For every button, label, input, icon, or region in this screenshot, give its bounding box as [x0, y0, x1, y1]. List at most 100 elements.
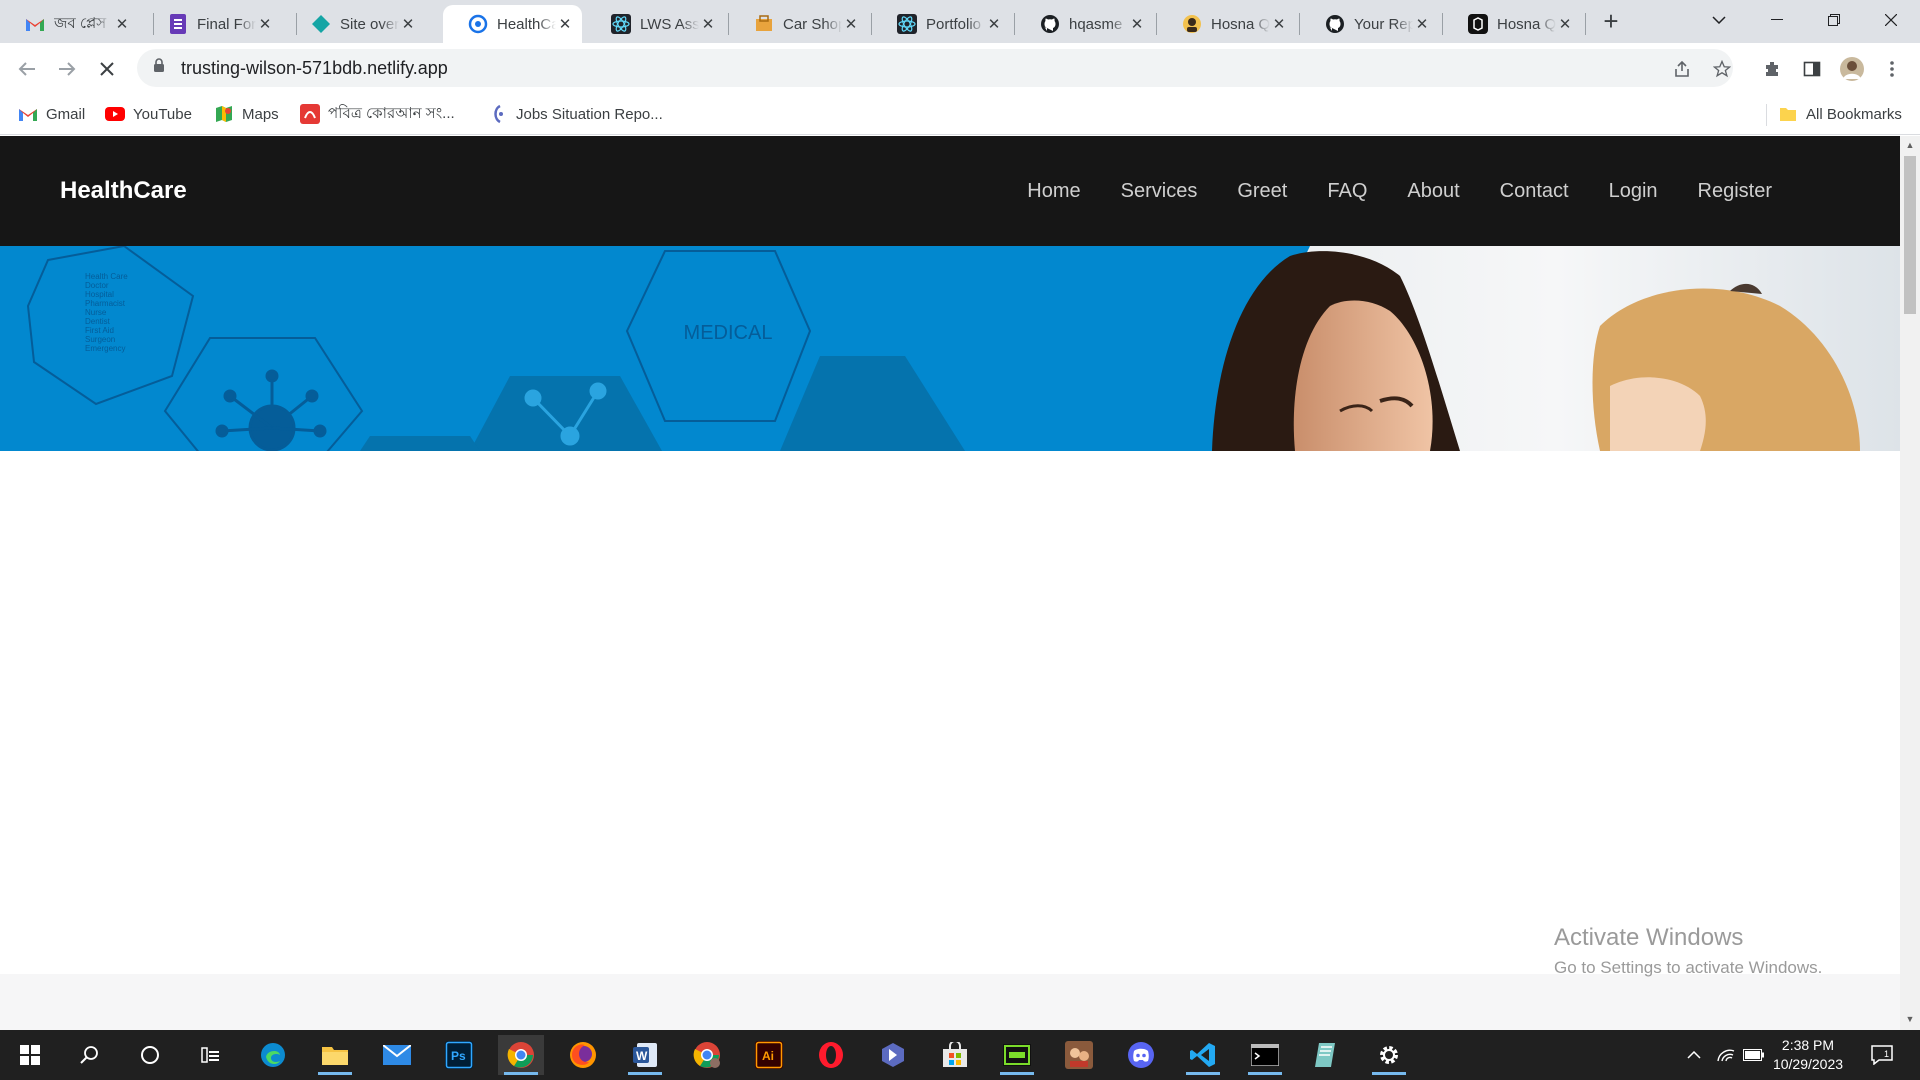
close-icon[interactable]: ✕: [556, 15, 574, 33]
search-icon[interactable]: [66, 1035, 112, 1075]
nav-register[interactable]: Register: [1698, 180, 1772, 203]
notification-icon[interactable]: 1: [1862, 1030, 1902, 1080]
close-icon[interactable]: ✕: [1556, 15, 1574, 33]
address-bar[interactable]: trusting-wilson-571bdb.netlify.app: [137, 49, 1733, 87]
site-brand[interactable]: HealthCare: [60, 177, 187, 205]
tab-search-icon[interactable]: [1690, 0, 1747, 40]
mail-icon[interactable]: [374, 1035, 420, 1075]
lock-icon[interactable]: [153, 58, 165, 78]
svg-text:Hospital: Hospital: [85, 290, 114, 299]
page-scrollbar[interactable]: ▲ ▼: [1900, 136, 1920, 1030]
bookmark-maps[interactable]: Maps: [214, 102, 279, 126]
notes-icon[interactable]: [1304, 1035, 1350, 1075]
taskbar-running-indicator: [1248, 1072, 1282, 1075]
task-view-icon[interactable]: [188, 1035, 234, 1075]
file-explorer-icon[interactable]: [312, 1035, 358, 1075]
hero-medical-text: MEDICAL: [684, 322, 773, 344]
nav-greet[interactable]: Greet: [1237, 180, 1287, 203]
bookmark-youtube[interactable]: YouTube: [105, 102, 192, 126]
forward-button[interactable]: [51, 53, 83, 85]
nav-faq[interactable]: FAQ: [1327, 180, 1367, 203]
discord-icon[interactable]: [1118, 1035, 1164, 1075]
share-icon[interactable]: [1668, 55, 1696, 83]
shop-icon: [754, 14, 774, 34]
taskbar-clock[interactable]: 2:38 PM 10/29/2023: [1768, 1036, 1848, 1074]
word-icon[interactable]: W: [622, 1035, 668, 1075]
vscode-icon[interactable]: [1180, 1035, 1226, 1075]
nav-contact[interactable]: Contact: [1500, 180, 1569, 203]
tab-11[interactable]: Hosna Q ✕: [1443, 5, 1582, 43]
extensions-icon[interactable]: [1758, 55, 1786, 83]
avatar[interactable]: [1838, 55, 1866, 83]
tab-1[interactable]: জব প্লেস ✕: [0, 5, 139, 43]
show-hidden-icons-chevron-icon[interactable]: [1684, 1030, 1704, 1080]
codesandbox-icon: [1468, 14, 1488, 34]
tab-10[interactable]: Your Rep ✕: [1300, 5, 1439, 43]
nav-about[interactable]: About: [1407, 180, 1459, 203]
opera-icon[interactable]: [808, 1035, 854, 1075]
github-icon: [1325, 14, 1345, 34]
side-panel-icon[interactable]: [1798, 55, 1826, 83]
close-icon[interactable]: ✕: [985, 15, 1003, 33]
tab-7[interactable]: Portfolio ✕: [872, 5, 1011, 43]
tab-active[interactable]: HealthCa ✕: [443, 5, 582, 43]
game-icon[interactable]: [1056, 1035, 1102, 1075]
chrome-profile-icon[interactable]: [684, 1035, 730, 1075]
nav-services[interactable]: Services: [1121, 180, 1198, 203]
scroll-down-arrow-icon[interactable]: ▼: [1904, 1014, 1916, 1026]
bookmark-gmail[interactable]: Gmail: [18, 102, 85, 126]
bookmark-quran[interactable]: পবিত্র কোরআন সং...: [300, 102, 455, 126]
close-icon[interactable]: ✕: [842, 15, 860, 33]
scrollbar-thumb[interactable]: [1904, 156, 1916, 314]
illustrator-icon[interactable]: Ai: [746, 1035, 792, 1075]
terminal-icon[interactable]: [1242, 1035, 1288, 1075]
windows-start-icon[interactable]: [7, 1035, 53, 1075]
bookmark-jobs[interactable]: Jobs Situation Repo...: [488, 102, 663, 126]
close-icon[interactable]: ✕: [1270, 15, 1288, 33]
all-bookmarks[interactable]: All Bookmarks: [1778, 102, 1902, 126]
tab-2[interactable]: Final For ✕: [143, 5, 282, 43]
stop-loading-button[interactable]: [91, 53, 123, 85]
tab-6[interactable]: Car Shop ✕: [729, 5, 868, 43]
code-blocks-icon[interactable]: [994, 1035, 1040, 1075]
cortana-icon[interactable]: [127, 1035, 173, 1075]
browser-toolbar: trusting-wilson-571bdb.netlify.app: [0, 43, 1920, 94]
restore-button[interactable]: [1805, 0, 1862, 40]
svg-text:Dentist: Dentist: [85, 317, 111, 326]
close-icon[interactable]: ✕: [256, 15, 274, 33]
close-icon[interactable]: ✕: [1128, 15, 1146, 33]
scroll-up-arrow-icon[interactable]: ▲: [1904, 140, 1916, 152]
browser-tab-strip: জব প্লেস ✕ Final For ✕ Site over ✕ Healt…: [0, 0, 1920, 43]
battery-icon[interactable]: [1742, 1030, 1766, 1080]
tab-9[interactable]: Hosna Q ✕: [1157, 5, 1296, 43]
photoshop-icon[interactable]: Ps: [436, 1035, 482, 1075]
wifi-icon[interactable]: [1714, 1030, 1738, 1080]
nav-home[interactable]: Home: [1027, 180, 1080, 203]
svg-text:Health Care: Health Care: [85, 272, 128, 281]
close-icon[interactable]: ✕: [113, 15, 131, 33]
firefox-icon[interactable]: [560, 1035, 606, 1075]
store-icon[interactable]: [932, 1035, 978, 1075]
bing-copilot-icon[interactable]: [870, 1035, 916, 1075]
chrome-icon[interactable]: [498, 1035, 544, 1075]
svg-text:First Aid: First Aid: [85, 326, 114, 335]
new-tab-button[interactable]: +: [1597, 8, 1625, 36]
svg-text:Emergency: Emergency: [85, 344, 125, 353]
tab-3[interactable]: Site over ✕: [286, 5, 425, 43]
close-window-button[interactable]: [1862, 0, 1919, 40]
edge-icon[interactable]: [250, 1035, 296, 1075]
back-button[interactable]: [11, 53, 43, 85]
menu-dots-icon[interactable]: [1878, 55, 1906, 83]
nav-login[interactable]: Login: [1609, 180, 1658, 203]
minimize-button[interactable]: [1748, 0, 1805, 40]
bookmark-star-icon[interactable]: [1708, 55, 1736, 83]
url-text[interactable]: trusting-wilson-571bdb.netlify.app: [181, 58, 448, 79]
tab-5[interactable]: LWS Ass ✕: [586, 5, 725, 43]
svg-text:Doctor: Doctor: [85, 281, 109, 290]
close-icon[interactable]: ✕: [399, 15, 417, 33]
tab-8[interactable]: hqasme ✕: [1015, 5, 1154, 43]
settings-gear-icon[interactable]: [1366, 1035, 1412, 1075]
close-icon[interactable]: ✕: [1413, 15, 1431, 33]
close-icon[interactable]: ✕: [699, 15, 717, 33]
react-icon: [611, 14, 631, 34]
